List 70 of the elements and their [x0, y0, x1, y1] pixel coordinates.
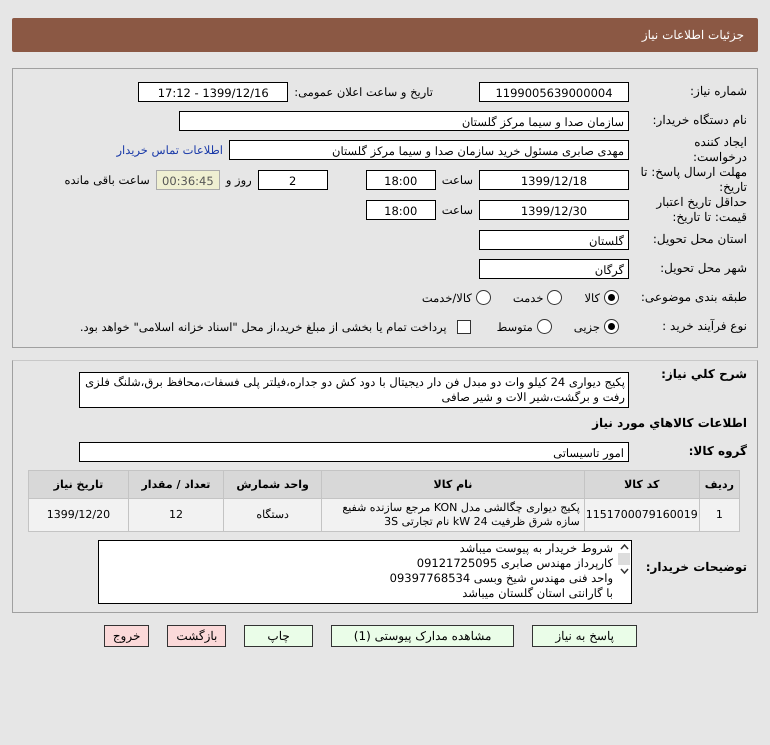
city-field: گرگان [479, 258, 629, 278]
column-header: واحد شمارش [224, 470, 322, 498]
column-header: ردیف [699, 470, 740, 498]
time-field: 18:00 [366, 200, 436, 220]
field-label: ساعت باقی مانده [64, 173, 150, 187]
action-button[interactable]: خروج [104, 625, 150, 647]
column-header: نام کالا [322, 470, 584, 498]
radio-button[interactable] [547, 290, 562, 305]
date-field: 1399/12/30 [479, 200, 629, 220]
radio-button[interactable] [476, 290, 491, 305]
buyer-org-field: سازمان صدا و سیما مرکز گلستان [179, 110, 629, 130]
radio-button[interactable] [604, 319, 619, 334]
note-line: با گارانتی استان گلستان میباشد [461, 586, 613, 601]
requester-field: مهدی صابری مسئول خرید سازمان صدا و سیما مرکز گلستان [229, 140, 629, 160]
remaining-time-field: 00:36:45 [156, 170, 220, 190]
table-cell: 1399/12/20 [28, 498, 128, 532]
field-label: ساعت [442, 173, 473, 187]
radio-label: جزیی [574, 320, 600, 334]
table-cell: 1 [699, 498, 740, 532]
field-label: توضیحات خریدار: [644, 560, 747, 575]
field-label: روز و [226, 173, 252, 187]
field-label: نام دستگاه خریدار: [652, 113, 747, 128]
radio-button[interactable] [604, 290, 619, 305]
action-button[interactable]: مشاهده مدارک پیوستی (1) [330, 625, 514, 647]
field-label: شماره نیاز: [689, 84, 747, 99]
province-field: گلستان [479, 230, 629, 250]
action-button[interactable]: پاسخ به نیاز [532, 625, 637, 647]
goods-group-field: امور تاسیساتی [79, 442, 629, 462]
radio-button[interactable] [536, 319, 552, 334]
field-label: حداقل تاریخ اعتبار قیمت: تا تاریخ: [654, 195, 747, 225]
note-line: کارپرداز مهندس صابری 09121725095 [416, 556, 613, 571]
radio-label: کالا/خدمت [422, 290, 472, 304]
field-label: ساعت [442, 203, 473, 217]
section-heading: اطلاعات كالاهاي مورد نياز [592, 416, 747, 430]
table-cell: دستگاه [224, 498, 322, 532]
page-title: جزئیات اطلاعات نیاز [642, 28, 744, 42]
column-header: کد کالا [584, 470, 700, 498]
action-button[interactable]: بازگشت [167, 625, 226, 647]
radio-label: کالا [584, 290, 600, 304]
field-label: طبقه بندی موضوعی: [640, 290, 747, 305]
days-field: 2 [258, 170, 328, 190]
radio-label: خدمت [512, 290, 544, 304]
field-label: استان محل تحویل: [652, 232, 747, 247]
contact-link[interactable]: اطلاعات تماس خریدار [116, 143, 223, 157]
field-label: شهر محل تحویل: [659, 261, 747, 276]
column-header: تعداد / مقدار [128, 470, 224, 498]
field-label: مهلت ارسال پاسخ: تا تاریخ: [639, 165, 747, 195]
table-cell: 1151700079160019 [584, 498, 700, 532]
note-line: شروط خریدار به پیوست میباشد [458, 541, 613, 556]
scrollbar-thumb[interactable] [618, 553, 630, 565]
checkbox[interactable] [456, 320, 471, 334]
column-header: تاریخ نیاز [28, 470, 128, 498]
time-field: 18:00 [366, 170, 436, 190]
action-button[interactable]: چاپ [244, 625, 313, 647]
scroll-up-icon[interactable] [618, 543, 630, 551]
table-cell: پکیج دیواری چگالشی مدل KON مرجع سازنده شفیع سازه شرق ظرفیت 24 kW نام تجارتی 3S [322, 498, 584, 532]
note-line: واحد فنی مهندس شیخ وبسی 09397768534 [388, 571, 613, 586]
need-number-field: 1199005639000004 [479, 82, 629, 102]
field-label: گروه کالا: [688, 444, 747, 459]
table-cell: 12 [128, 498, 224, 532]
date-field: 1399/12/18 [479, 170, 629, 190]
scroll-down-icon[interactable] [618, 567, 630, 575]
announce-date-field: 1399/12/16 - 17:12 [138, 82, 288, 102]
radio-label: متوسط [496, 320, 533, 334]
field-label: ایجاد کننده درخواست: [692, 135, 747, 165]
field-label: نوع فرآیند خرید : [661, 319, 747, 334]
field-label: شرح كلي نياز: [660, 367, 747, 382]
checkbox-label: پرداخت تمام یا بخشی از مبلغ خرید،از محل "اسناد خزانه اسلامی" خواهد بود. [80, 320, 447, 334]
description-field: پکیج دیواری 24 کیلو وات دو مبدل فن دار دیجیتال با دود کش دو جداره،فیلتر پلی فسفات،محافظ برق،شلنگ فلزی رفت و برگشت،شیر الات و شیر صافی [79, 372, 629, 408]
field-label: تاریخ و ساعت اعلان عمومی: [294, 84, 433, 98]
